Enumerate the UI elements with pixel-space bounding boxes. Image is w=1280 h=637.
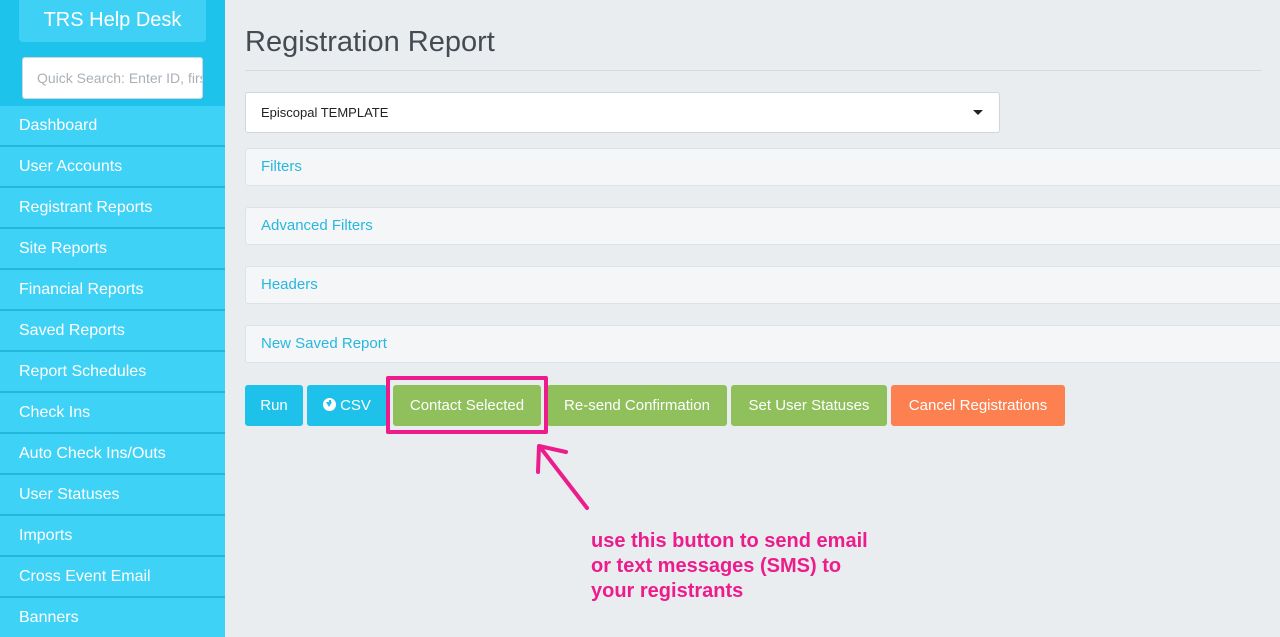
sidebar-nav: Dashboard User Accounts Registrant Repor…	[0, 106, 225, 637]
sidebar-item-saved-reports[interactable]: Saved Reports	[0, 311, 225, 352]
title-divider	[245, 70, 1262, 71]
annotation-line-2: or text messages (SMS) to	[591, 555, 842, 577]
sidebar-item-registrant-reports[interactable]: Registrant Reports	[0, 188, 225, 229]
cancel-registrations-button[interactable]: Cancel Registrations	[891, 385, 1065, 426]
sidebar-item-financial-reports[interactable]: Financial Reports	[0, 270, 225, 311]
sidebar-item-report-schedules[interactable]: Report Schedules	[0, 352, 225, 393]
quick-search-input[interactable]	[22, 57, 203, 99]
brand-logo[interactable]: TRS Help Desk	[19, 0, 206, 42]
sidebar-item-user-accounts[interactable]: User Accounts	[0, 147, 225, 188]
page-title: Registration Report	[245, 26, 495, 58]
arrow-icon	[536, 444, 589, 510]
template-select-value: Episcopal TEMPLATE	[261, 105, 389, 120]
resend-confirmation-button[interactable]: Re-send Confirmation	[547, 385, 727, 426]
run-button[interactable]: Run	[245, 385, 303, 426]
sidebar-item-dashboard[interactable]: Dashboard	[0, 106, 225, 147]
annotation-text: use this button to send email or text me…	[591, 529, 911, 604]
set-user-statuses-button[interactable]: Set User Statuses	[731, 385, 887, 426]
sidebar-item-auto-check-ins-outs[interactable]: Auto Check Ins/Outs	[0, 434, 225, 475]
annotation-line-1: use this button to send email	[591, 530, 868, 552]
sidebar-item-cross-event-email[interactable]: Cross Event Email	[0, 557, 225, 598]
sidebar: TRS Help Desk Dashboard User Accounts Re…	[0, 0, 225, 637]
sidebar-item-site-reports[interactable]: Site Reports	[0, 229, 225, 270]
sidebar-item-banners[interactable]: Banners	[0, 598, 225, 637]
annotation-line-3: your registrants	[591, 580, 744, 602]
new-saved-report-panel[interactable]: New Saved Report	[245, 325, 1280, 363]
sidebar-item-user-statuses[interactable]: User Statuses	[0, 475, 225, 516]
highlight-box	[386, 376, 548, 434]
filters-panel[interactable]: Filters	[245, 148, 1280, 186]
download-icon	[323, 398, 337, 411]
caret-down-icon	[973, 110, 983, 115]
csv-button-label: CSV	[340, 397, 371, 414]
advanced-filters-panel[interactable]: Advanced Filters	[245, 207, 1280, 245]
csv-button[interactable]: CSV	[307, 385, 387, 426]
headers-panel[interactable]: Headers	[245, 266, 1280, 304]
template-select[interactable]: Episcopal TEMPLATE	[245, 92, 1000, 133]
sidebar-item-check-ins[interactable]: Check Ins	[0, 393, 225, 434]
sidebar-item-imports[interactable]: Imports	[0, 516, 225, 557]
